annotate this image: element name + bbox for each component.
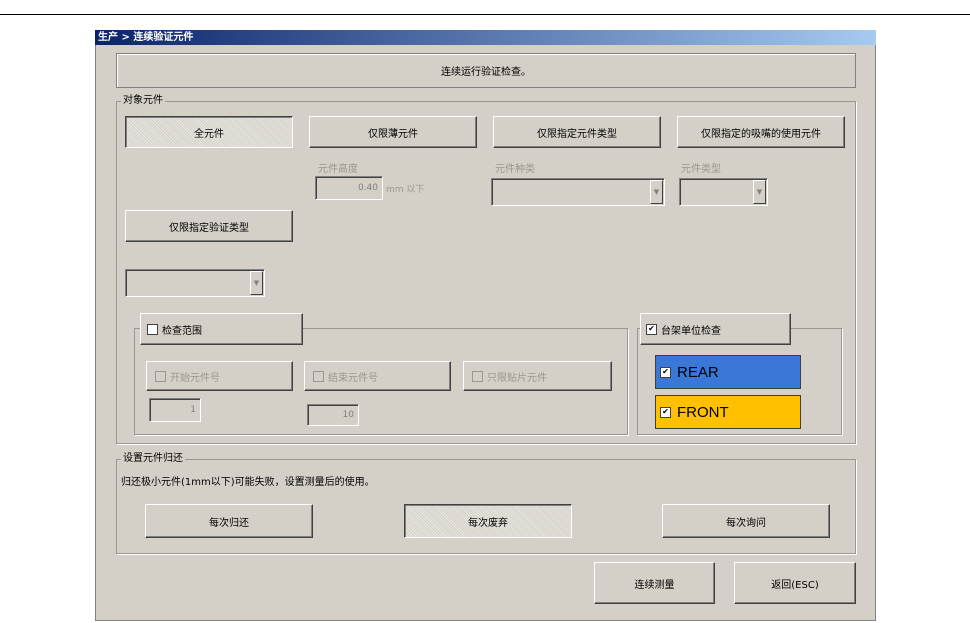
end-component-checkbox[interactable]	[313, 370, 324, 382]
smt-only-label: 只限贴片元件	[487, 372, 547, 384]
type-label: 元件类型	[681, 164, 721, 175]
rear-checkbox[interactable]: ✔	[660, 366, 671, 378]
chevron-down-icon: ▼	[250, 271, 263, 295]
height-input[interactable]: 0.40	[315, 176, 383, 200]
info-message: 连续运行验证检查。	[441, 67, 531, 78]
kind-label: 元件种类	[495, 164, 535, 175]
info-panel: 连续运行验证检查。	[116, 53, 856, 88]
verify-type-dropdown[interactable]: ▼	[125, 269, 265, 297]
rear-toggle[interactable]: ✔ REAR	[655, 355, 801, 389]
chevron-down-icon: ▼	[753, 180, 766, 204]
height-unit: mm 以下	[386, 185, 425, 195]
component-type-button[interactable]: 仅限指定元件类型	[493, 116, 661, 148]
start-component-checkbox[interactable]	[155, 370, 166, 382]
end-component-label: 结束元件号	[328, 372, 378, 384]
start-component-input[interactable]: 1	[149, 398, 201, 422]
start-component-label: 开始元件号	[170, 372, 220, 384]
each-return-button[interactable]: 每次归还	[145, 504, 313, 538]
thin-components-button[interactable]: 仅限薄元件	[309, 116, 477, 148]
rear-label: REAR	[677, 363, 719, 381]
height-label: 元件高度	[318, 164, 358, 175]
smt-only-checkbox[interactable]	[472, 370, 483, 382]
check-range-checkbox[interactable]	[147, 323, 158, 335]
rack-check-checkbox[interactable]: ✔	[646, 323, 657, 335]
end-component-input[interactable]: 10	[307, 404, 359, 426]
rack-check-label: 台架单位检查	[661, 325, 721, 337]
back-button[interactable]: 返回(ESC)	[734, 562, 856, 604]
chevron-down-icon: ▼	[650, 180, 663, 204]
each-ask-button[interactable]: 每次询问	[662, 504, 830, 538]
front-toggle[interactable]: ✔ FRONT	[655, 395, 801, 429]
check-range-toggle[interactable]: 检查范围	[140, 313, 303, 345]
all-components-button[interactable]: 全元件	[125, 116, 293, 148]
end-component-toggle[interactable]: 结束元件号	[304, 361, 451, 391]
rack-check-toggle[interactable]: ✔ 台架单位检查	[640, 313, 791, 345]
each-discard-button[interactable]: 每次废弃	[404, 504, 572, 538]
type-dropdown[interactable]: ▼	[679, 178, 768, 206]
top-divider	[0, 14, 970, 15]
smt-only-toggle[interactable]: 只限贴片元件	[463, 361, 612, 391]
verify-type-button[interactable]: 仅限指定验证类型	[125, 210, 293, 242]
front-label: FRONT	[677, 403, 729, 421]
title-bar: 生产 > 连续验证元件	[95, 30, 876, 45]
nozzle-components-button[interactable]: 仅限指定的吸嘴的使用元件	[677, 116, 845, 148]
continuous-measure-button[interactable]: 连续测量	[594, 562, 715, 604]
target-components-legend: 对象元件	[121, 95, 165, 107]
check-range-label: 检查范围	[162, 325, 202, 337]
restore-legend: 设置元件归还	[121, 453, 185, 465]
front-checkbox[interactable]: ✔	[660, 406, 671, 418]
restore-note: 归还极小元件(1mm以下)可能失败，设置测量后的使用。	[121, 477, 375, 488]
kind-dropdown[interactable]: ▼	[491, 178, 665, 206]
start-component-toggle[interactable]: 开始元件号	[146, 361, 293, 391]
